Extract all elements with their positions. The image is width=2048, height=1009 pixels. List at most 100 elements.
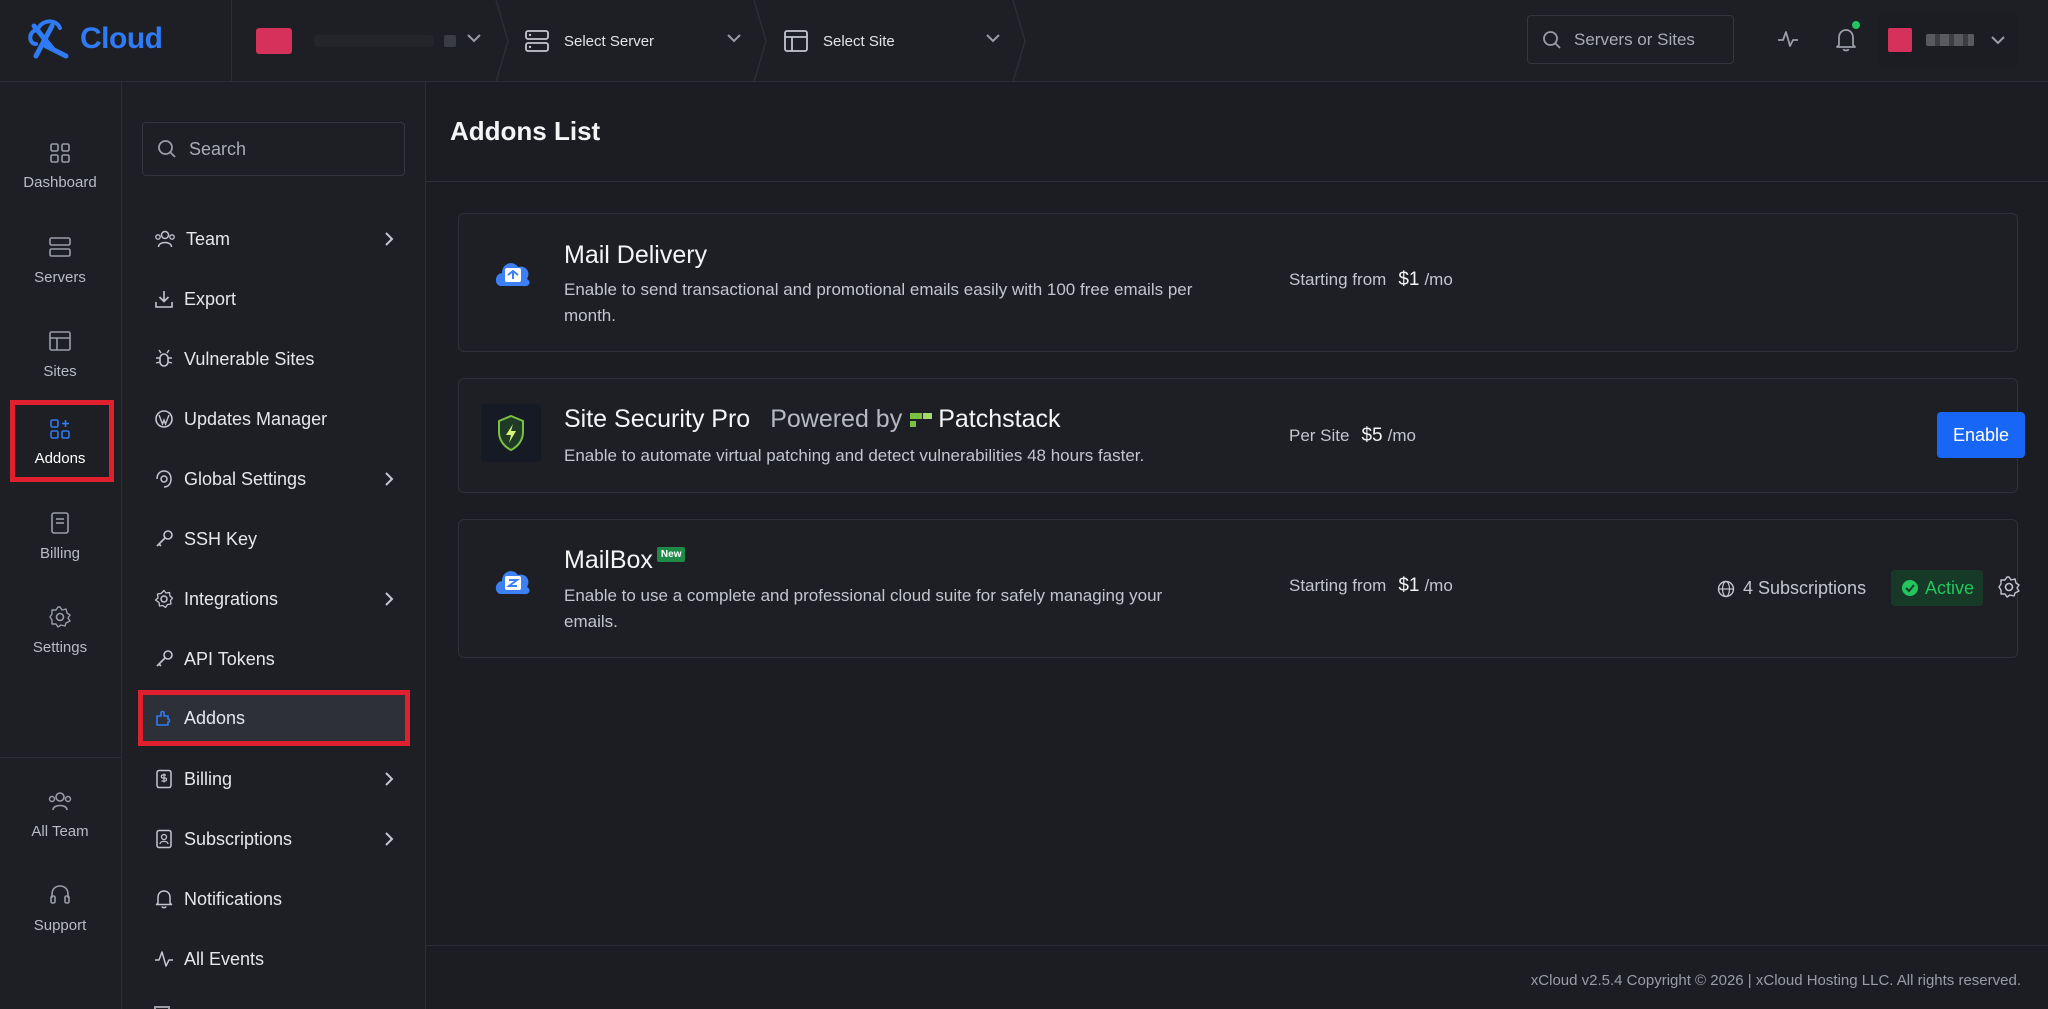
addon-description: Enable to send transactional and promoti…: [564, 280, 1193, 325]
browser-window-icon: [784, 30, 808, 52]
mailbox-icon: [495, 571, 530, 595]
highlight-outline: [10, 400, 114, 482]
addon-description: Enable to use a complete and professiona…: [564, 586, 1163, 631]
price-prefix: Starting from: [1289, 576, 1387, 595]
price-period: /mo: [1424, 576, 1453, 595]
rail-item-servers[interactable]: Servers: [0, 220, 120, 300]
addon-price: Starting from $1 /mo: [1289, 269, 1453, 291]
server-select-label: Select Server: [564, 32, 655, 50]
new-badge: New: [656, 547, 686, 562]
addon-card-mail-delivery: Mail Delivery Enable to send transaction…: [458, 213, 2018, 352]
divider: [426, 181, 2048, 182]
sidebar-item-label: Team: [186, 228, 231, 249]
sidebar-item-ssh-key[interactable]: SSH Key: [140, 514, 406, 564]
team-icon: [48, 791, 72, 810]
partner-name: Patchstack: [938, 405, 1061, 433]
sites-icon: [49, 330, 71, 351]
addon-title-row: Site Security Pro Powered by Patchstack: [564, 405, 1061, 434]
powered-by-label: Powered by: [770, 405, 903, 433]
bell-icon[interactable]: [1835, 28, 1857, 52]
sidebar-item-integrations[interactable]: Integrations: [140, 574, 406, 624]
rail-item-label: Servers: [34, 268, 86, 286]
global-search[interactable]: [1527, 15, 1734, 64]
team-status-redacted: [444, 35, 456, 47]
rail-item-dashboard[interactable]: Dashboard: [0, 126, 120, 206]
team-switcher[interactable]: [232, 0, 494, 82]
sidebar-item-label: Vulnerable Sites: [184, 348, 315, 369]
enable-button[interactable]: Enable: [1937, 412, 2025, 458]
addon-price: Starting from $1 /mo: [1289, 575, 1453, 597]
breadcrumb-separator: [753, 0, 767, 82]
site-select-label: Select Site: [823, 32, 895, 50]
addon-name: Site Security Pro: [564, 405, 751, 433]
sidebar-item-subscriptions[interactable]: Subscriptions: [140, 814, 406, 864]
rail-item-all-team[interactable]: All Team: [0, 774, 120, 854]
sidebar-item-api-tokens[interactable]: API Tokens: [140, 634, 406, 684]
status-badge: Active: [1891, 570, 1983, 606]
rail-item-settings[interactable]: Settings: [0, 590, 120, 670]
sidebar-search-input[interactable]: [189, 138, 389, 160]
rail-item-support[interactable]: Support: [0, 868, 120, 948]
search-icon: [1543, 30, 1561, 49]
sidebar-item-label: Global Settings: [184, 468, 307, 489]
highlight-outline: [138, 690, 410, 746]
team-avatar: [256, 28, 292, 54]
chevron-down-icon: [1991, 36, 2005, 45]
server-select[interactable]: Select Server: [524, 0, 764, 82]
chevron-right-icon: [385, 832, 394, 846]
gear-icon: [154, 589, 174, 609]
sidebar-item-vulnerable-sites[interactable]: Vulnerable Sites: [140, 334, 406, 384]
addon-description: Enable to automate virtual patching and …: [564, 446, 1145, 465]
sidebar-item-all-events[interactable]: All Events: [140, 934, 406, 984]
headset-icon: [50, 884, 70, 904]
rail-item-label: Dashboard: [23, 173, 97, 191]
team-icon: [155, 230, 175, 248]
billing-icon: [51, 511, 69, 534]
price-amount: $5: [1361, 425, 1383, 446]
xcloud-logo[interactable]: Cloud: [26, 14, 166, 64]
price-amount: $1: [1398, 575, 1420, 596]
sidebar-item-label: Notifications: [184, 888, 283, 909]
rail-item-label: Settings: [32, 638, 88, 656]
sidebar-item-team[interactable]: Team: [140, 214, 406, 264]
price-prefix: Starting from: [1289, 270, 1387, 289]
avatar: [1888, 28, 1912, 52]
site-select[interactable]: Select Site: [783, 0, 1023, 82]
addon-card-site-security-pro: Site Security Pro Powered by Patchstack …: [458, 378, 2025, 493]
user-menu[interactable]: [1878, 15, 2018, 65]
addon-title-row: MailBox New: [564, 546, 686, 575]
chevron-right-icon: [385, 232, 394, 246]
activity-icon[interactable]: [1777, 28, 1799, 50]
sidebar-item-global-settings[interactable]: Global Settings: [140, 454, 406, 504]
server-icon: [525, 30, 549, 52]
sidebar-item-export[interactable]: Export: [140, 274, 406, 324]
rail-item-label: All Team: [31, 822, 89, 840]
sidebar-item-label: Updates Manager: [184, 408, 328, 429]
rail-item-label: Billing: [39, 544, 81, 562]
sidebar-item-label: API Tokens: [184, 648, 275, 669]
sidebar-item-label: Integrations: [184, 588, 279, 609]
sidebar-search[interactable]: [142, 122, 405, 176]
sidebar-item-label: Subscriptions: [184, 828, 293, 849]
sidebar-item-label: All Events: [184, 948, 265, 969]
rail-item-billing[interactable]: Billing: [0, 496, 120, 576]
bell-icon: [155, 890, 173, 909]
settings-sidebar: Team Export Vulnerable Sites Updates Man…: [122, 82, 426, 1009]
sidebar-item-label: SSH Key: [184, 528, 258, 549]
sidebar-item-billing[interactable]: Billing: [140, 754, 406, 804]
subscriptions-count[interactable]: 4 Subscriptions: [1717, 578, 1866, 599]
sidebar-item-notifications[interactable]: Notifications: [140, 874, 406, 924]
divider: [0, 757, 121, 758]
billing-icon: [156, 769, 172, 789]
rail-item-sites[interactable]: Sites: [0, 314, 120, 394]
team-name-redacted: [314, 35, 434, 47]
sidebar-item-updates-manager[interactable]: Updates Manager: [140, 394, 406, 444]
download-icon: [155, 291, 173, 308]
gear-icon[interactable]: [1997, 575, 2021, 599]
notification-dot: [1852, 21, 1860, 29]
price-period: /mo: [1387, 426, 1416, 445]
addon-price: Per Site $5 /mo: [1289, 425, 1416, 447]
chevron-down-icon: [467, 34, 481, 43]
rail-item-label: Support: [33, 916, 87, 934]
global-search-input[interactable]: [1574, 29, 1724, 50]
